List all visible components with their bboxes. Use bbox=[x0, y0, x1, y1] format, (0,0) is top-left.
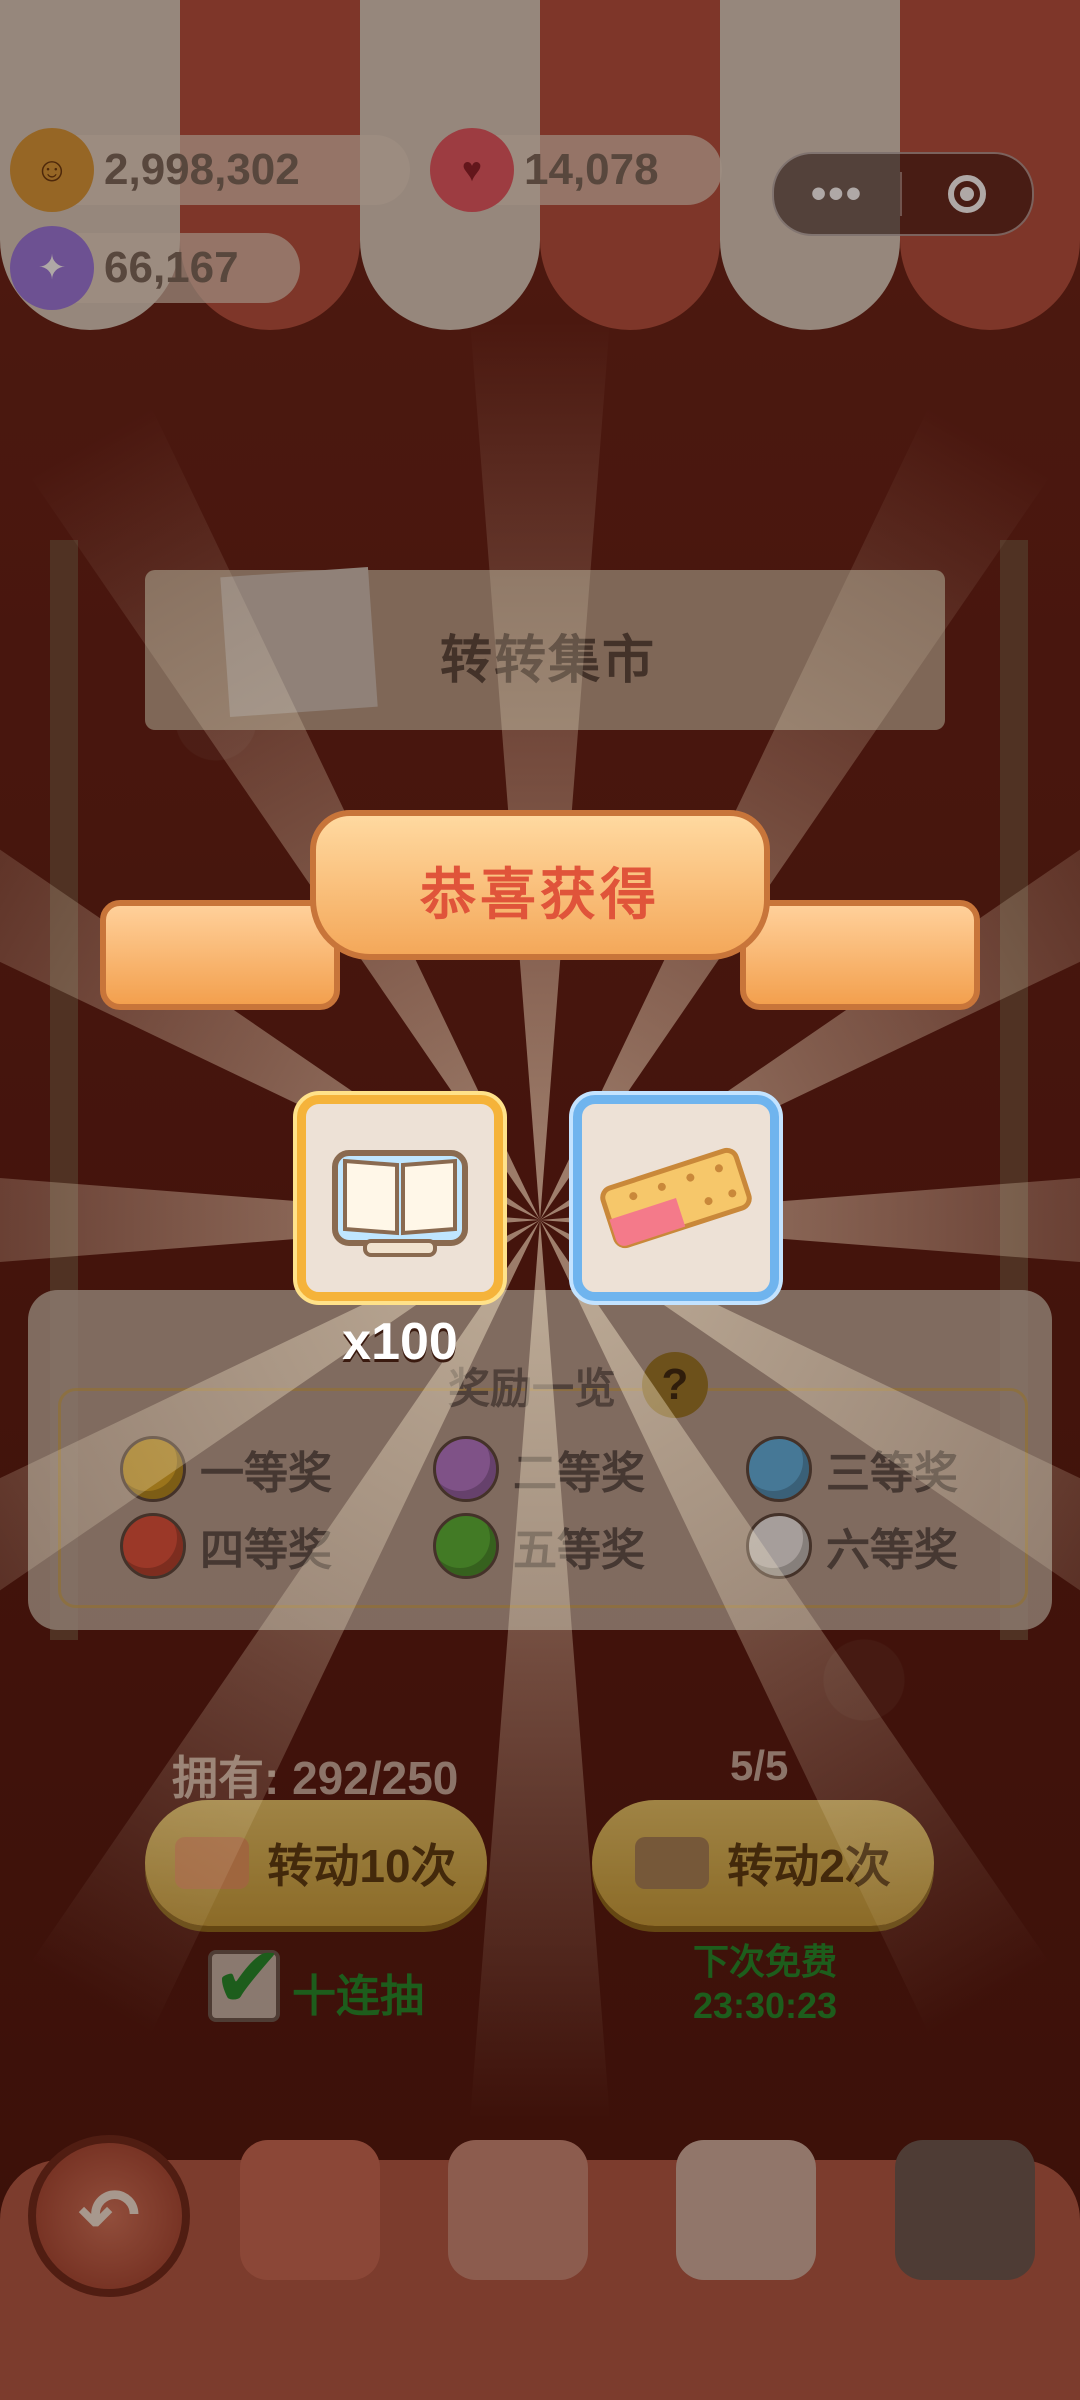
red-ball-icon bbox=[120, 1513, 186, 1579]
free-countdown: 23:30:23 bbox=[692, 1985, 838, 2026]
nav-friends-icon[interactable] bbox=[448, 2140, 588, 2280]
ad-spin-count: 5/5 bbox=[730, 1742, 789, 1789]
blue-ball-icon bbox=[746, 1436, 812, 1502]
jelly-counter[interactable]: ♥ 14,078 bbox=[430, 128, 722, 212]
close-button[interactable] bbox=[902, 175, 1032, 213]
reward-book-qty: x100 bbox=[342, 1313, 458, 1371]
back-arrow-icon: ↶ bbox=[77, 2174, 140, 2257]
reward-biscuit[interactable] bbox=[573, 1095, 779, 1301]
miniprogram-capsule: ••• bbox=[772, 152, 1034, 236]
book-icon bbox=[332, 1150, 468, 1257]
target-close-icon bbox=[948, 175, 986, 213]
reward-banner: 恭喜获得 bbox=[100, 810, 980, 1030]
checkmark-icon: ✔ bbox=[212, 1930, 285, 2026]
purple-ball-icon bbox=[433, 1436, 499, 1502]
biscuit-icon bbox=[600, 1147, 752, 1249]
more-menu-button[interactable]: ••• bbox=[774, 169, 900, 219]
cookie-coin-icon: ☺ bbox=[10, 128, 94, 212]
reward-title: 恭喜获得 bbox=[420, 863, 660, 926]
reward-book[interactable] bbox=[297, 1095, 503, 1301]
coin-counter[interactable]: ☺ 2,998,302 bbox=[10, 128, 410, 212]
free-timer: 下次免费 23:30:23 bbox=[640, 1940, 890, 2028]
free-label: 下次免费 bbox=[692, 1941, 837, 1982]
candy-counter[interactable]: ✦ 66,167 bbox=[10, 226, 300, 310]
candy-icon: ✦ bbox=[10, 226, 94, 310]
video-icon bbox=[635, 1837, 710, 1889]
prize-fourth: 四等奖 bbox=[120, 1513, 332, 1579]
ten-pull-label: 十连抽 bbox=[292, 1972, 424, 2021]
nav-carnival-icon[interactable] bbox=[240, 2140, 380, 2280]
jelly-value: 14,078 bbox=[524, 145, 659, 194]
jelly-icon: ♥ bbox=[430, 128, 514, 212]
back-button[interactable]: ↶ bbox=[28, 2135, 190, 2297]
candy-value: 66,167 bbox=[104, 243, 239, 292]
nav-house-icon[interactable] bbox=[676, 2140, 816, 2280]
nav-pot-icon[interactable] bbox=[895, 2140, 1035, 2280]
green-ball-icon bbox=[433, 1513, 499, 1579]
coin-value: 2,998,302 bbox=[104, 145, 300, 194]
